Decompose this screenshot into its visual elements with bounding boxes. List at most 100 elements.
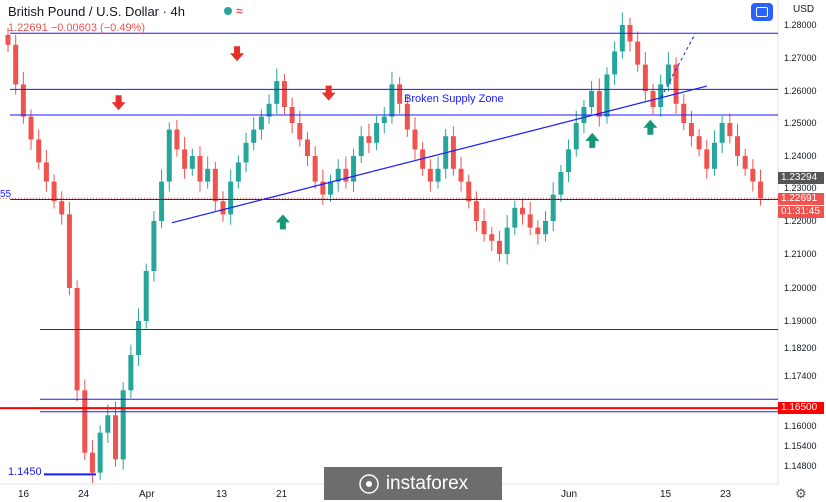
candle-body bbox=[489, 234, 495, 241]
candle-body bbox=[742, 156, 748, 169]
candle-body bbox=[258, 116, 264, 130]
candle-body bbox=[512, 207, 518, 228]
candle-body bbox=[435, 168, 441, 182]
down-arrow-icon bbox=[111, 95, 126, 111]
fullscreen-icon[interactable] bbox=[751, 3, 773, 21]
y-tick-label: 1.25000 bbox=[784, 118, 817, 128]
candle-body bbox=[535, 227, 541, 235]
candle-body bbox=[220, 201, 226, 215]
candle-body bbox=[711, 142, 717, 169]
candle-body bbox=[36, 139, 42, 163]
price-chart[interactable]: 1.28000 1.27000 1.26000 1.25000 1.24000 1.230… bbox=[0, 0, 826, 500]
candle-body bbox=[566, 149, 572, 172]
x-tick-label: 24 bbox=[78, 489, 90, 500]
candle-body bbox=[619, 25, 625, 52]
x-tick-label: 16 bbox=[18, 489, 30, 500]
candle-body bbox=[105, 415, 111, 433]
x-tick-label: Jun bbox=[561, 489, 577, 500]
candle-body bbox=[719, 123, 725, 143]
x-tick-label: 23 bbox=[720, 489, 732, 500]
currency-label: USD bbox=[793, 4, 815, 15]
candle-body bbox=[735, 136, 741, 156]
candle-body bbox=[450, 136, 456, 169]
candle-body bbox=[427, 168, 433, 182]
candle-body bbox=[397, 84, 403, 104]
current-price-tag: 1.22691 bbox=[778, 193, 824, 205]
candle-body bbox=[673, 64, 679, 104]
candle-body bbox=[89, 452, 95, 473]
watermark-text: instaforex bbox=[385, 472, 469, 494]
zone-label: Broken Supply Zone bbox=[404, 93, 504, 105]
candle-body bbox=[212, 168, 218, 202]
x-tick-label: 15 bbox=[660, 489, 672, 500]
candle-body bbox=[166, 129, 172, 182]
candle-body bbox=[189, 156, 195, 169]
candle-body bbox=[97, 432, 103, 473]
y-tick-label: 1.14800 bbox=[784, 461, 817, 471]
candle-body bbox=[412, 129, 418, 150]
candle-body bbox=[688, 123, 694, 137]
candle-body bbox=[59, 201, 65, 215]
candle-body bbox=[197, 156, 203, 182]
watermark: instaforex bbox=[324, 467, 502, 500]
candle-body bbox=[28, 116, 34, 140]
candle-body bbox=[113, 415, 119, 460]
candle-body bbox=[473, 201, 479, 221]
support-price-tag: 1.16500 bbox=[778, 402, 824, 414]
y-tick-label: 1.19000 bbox=[784, 316, 817, 326]
candle-body bbox=[243, 142, 249, 163]
y-tick-label: 1.28000 bbox=[784, 20, 817, 30]
candle-body bbox=[5, 34, 11, 45]
candle-body bbox=[558, 172, 564, 195]
price-change: 1.22691 −0.00603 (−0.49%) bbox=[8, 22, 146, 34]
left-line-label: 55 bbox=[0, 189, 12, 200]
up-arrow-icon bbox=[585, 132, 600, 148]
candle-body bbox=[481, 221, 487, 235]
trendline bbox=[171, 85, 708, 224]
candle-body bbox=[205, 168, 211, 182]
candle-body bbox=[128, 355, 134, 391]
candle-body bbox=[143, 271, 149, 321]
candle-body bbox=[13, 44, 19, 85]
candle-body bbox=[496, 240, 502, 254]
candle-body bbox=[174, 129, 180, 150]
candle-body bbox=[727, 123, 733, 137]
candle-body bbox=[758, 181, 764, 199]
up-arrow-icon bbox=[275, 214, 290, 230]
candle-body bbox=[66, 214, 72, 288]
x-tick-label: 13 bbox=[216, 489, 228, 500]
countdown-tag: 01:31:45 bbox=[778, 206, 824, 218]
candle-body bbox=[281, 81, 287, 107]
y-tick-label: 1.20000 bbox=[784, 283, 817, 293]
candle-body bbox=[43, 162, 49, 182]
candle-body bbox=[543, 221, 549, 235]
header-icons: ≈ bbox=[224, 4, 243, 18]
candle-body bbox=[328, 181, 334, 195]
candle-body bbox=[527, 214, 533, 228]
candle-body bbox=[681, 103, 687, 123]
y-tick-label: 1.15400 bbox=[784, 441, 817, 451]
x-tick-label: 21 bbox=[276, 489, 288, 500]
candle-body bbox=[274, 81, 280, 104]
candle-body bbox=[136, 321, 142, 355]
up-arrow-icon bbox=[643, 119, 658, 135]
candle-body bbox=[374, 123, 380, 143]
candle-body bbox=[358, 136, 364, 156]
candle-body bbox=[750, 168, 756, 182]
candle-body bbox=[312, 156, 318, 182]
last-close-tag: 1.23294 bbox=[778, 172, 824, 184]
wave-icon[interactable]: ≈ bbox=[236, 4, 243, 18]
candle-body bbox=[612, 51, 618, 75]
y-tick-label: 1.17400 bbox=[784, 371, 817, 381]
y-tick-label: 1.26000 bbox=[784, 86, 817, 96]
candle-body bbox=[573, 123, 579, 150]
candle-body bbox=[351, 156, 357, 182]
candle-body bbox=[74, 288, 80, 391]
y-tick-label: 1.18200 bbox=[784, 343, 817, 353]
candle-body bbox=[635, 41, 641, 65]
candle-body bbox=[589, 91, 595, 107]
y-tick-label: 1.21000 bbox=[784, 249, 817, 259]
candle-body bbox=[458, 168, 464, 182]
candle-body bbox=[696, 136, 702, 150]
candle-body bbox=[519, 207, 525, 215]
